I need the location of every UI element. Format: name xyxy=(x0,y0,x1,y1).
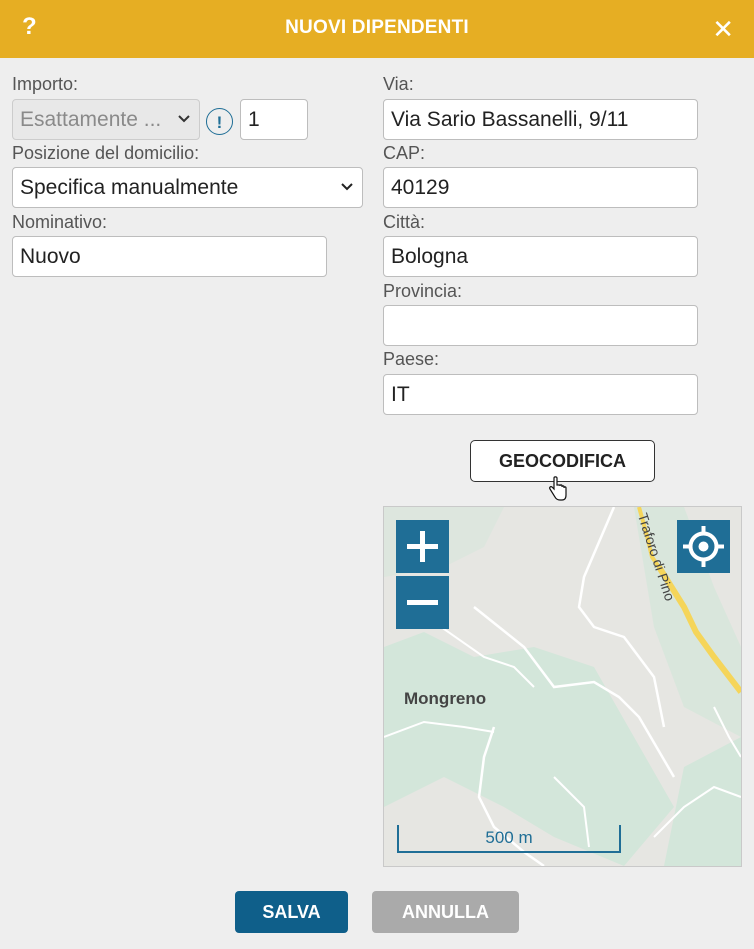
zoom-out-button[interactable] xyxy=(396,576,449,629)
posizione-select[interactable]: Specifica manualmente xyxy=(12,167,363,208)
scale-label: 500 m xyxy=(485,828,533,847)
locate-button[interactable] xyxy=(677,520,730,573)
via-input[interactable]: Via Sario Bassanelli, 9/11 xyxy=(383,99,698,140)
save-button[interactable]: SALVA xyxy=(235,891,348,933)
place-label: Mongreno xyxy=(404,689,487,708)
importo-select-value: Esattamente ... xyxy=(20,108,162,131)
cancel-button[interactable]: ANNULLA xyxy=(372,891,519,933)
citta-input[interactable]: Bologna xyxy=(383,236,698,277)
dialog-titlebar: ? NUOVI DIPENDENTI ✕ xyxy=(0,0,754,58)
importo-label: Importo: xyxy=(12,74,79,94)
posizione-label: Posizione del domicilio: xyxy=(12,143,200,163)
quantity-input[interactable]: 1 xyxy=(240,99,308,140)
provincia-input[interactable] xyxy=(383,305,698,346)
close-icon[interactable]: ✕ xyxy=(712,14,734,45)
importo-select[interactable]: Esattamente ... xyxy=(12,99,200,140)
scale-bar: 500 m xyxy=(397,825,621,853)
hand-cursor-icon xyxy=(548,476,568,507)
provincia-label: Provincia: xyxy=(383,281,463,301)
posizione-select-value: Specifica manualmente xyxy=(20,176,239,199)
crosshair-icon xyxy=(683,526,724,567)
chevron-down-icon xyxy=(340,168,354,207)
map-view[interactable]: Mongreno Traforo di Pino 500 m xyxy=(383,506,742,867)
via-label: Via: xyxy=(383,74,414,94)
plus-icon xyxy=(407,531,438,562)
nominativo-label: Nominativo: xyxy=(12,212,108,232)
paese-label: Paese: xyxy=(383,349,440,369)
zoom-in-button[interactable] xyxy=(396,520,449,573)
paese-input[interactable]: IT xyxy=(383,374,698,415)
cap-label: CAP: xyxy=(383,143,426,163)
citta-label: Città: xyxy=(383,212,426,232)
chevron-down-icon xyxy=(177,100,191,139)
dialog-title: NUOVI DIPENDENTI xyxy=(285,17,469,38)
minus-icon xyxy=(407,600,438,605)
cap-input[interactable]: 40129 xyxy=(383,167,698,208)
nominativo-input[interactable]: Nuovo xyxy=(12,236,327,277)
info-icon[interactable]: ! xyxy=(206,108,233,135)
